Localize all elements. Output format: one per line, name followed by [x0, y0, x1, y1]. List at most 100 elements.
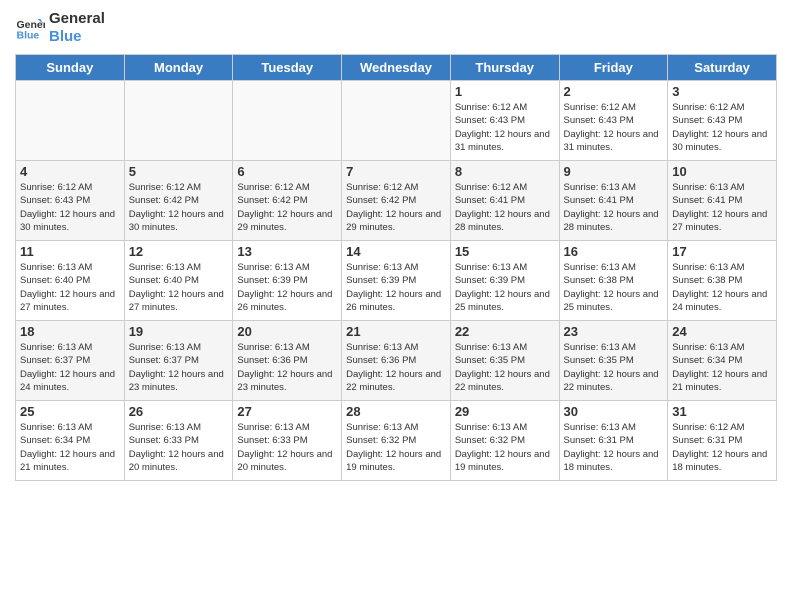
day-info: Sunrise: 6:13 AM Sunset: 6:32 PM Dayligh… — [455, 421, 555, 474]
day-info: Sunrise: 6:13 AM Sunset: 6:37 PM Dayligh… — [129, 341, 229, 394]
day-info: Sunrise: 6:13 AM Sunset: 6:39 PM Dayligh… — [237, 261, 337, 314]
day-number: 4 — [20, 164, 120, 179]
day-cell: 6 Sunrise: 6:12 AM Sunset: 6:42 PM Daylig… — [233, 161, 342, 241]
page-container: General Blue General Blue SundayMondayTu… — [0, 0, 792, 491]
day-cell: 31 Sunrise: 6:12 AM Sunset: 6:31 PM Dayli… — [668, 401, 777, 481]
day-cell: 29 Sunrise: 6:13 AM Sunset: 6:32 PM Dayli… — [450, 401, 559, 481]
day-number: 21 — [346, 324, 446, 339]
day-number: 11 — [20, 244, 120, 259]
day-cell: 1 Sunrise: 6:12 AM Sunset: 6:43 PM Daylig… — [450, 81, 559, 161]
day-number: 14 — [346, 244, 446, 259]
day-info: Sunrise: 6:13 AM Sunset: 6:41 PM Dayligh… — [564, 181, 664, 234]
day-cell: 3 Sunrise: 6:12 AM Sunset: 6:43 PM Daylig… — [668, 81, 777, 161]
day-cell: 17 Sunrise: 6:13 AM Sunset: 6:38 PM Dayli… — [668, 241, 777, 321]
day-cell: 8Sunrise: 6:12 AM Sunset: 6:41 PM Daylig… — [450, 161, 559, 241]
day-info: Sunrise: 6:13 AM Sunset: 6:31 PM Dayligh… — [564, 421, 664, 474]
day-header-friday: Friday — [559, 55, 668, 81]
day-info: Sunrise: 6:13 AM Sunset: 6:33 PM Dayligh… — [237, 421, 337, 474]
day-cell: 19 Sunrise: 6:13 AM Sunset: 6:37 PM Dayli… — [124, 321, 233, 401]
days-header-row: SundayMondayTuesdayWednesdayThursdayFrid… — [16, 55, 777, 81]
logo-blue: Blue — [49, 28, 105, 46]
day-info: Sunrise: 6:13 AM Sunset: 6:38 PM Dayligh… — [564, 261, 664, 314]
calendar-table: SundayMondayTuesdayWednesdayThursdayFrid… — [15, 54, 777, 481]
day-info: Sunrise: 6:13 AM Sunset: 6:36 PM Dayligh… — [346, 341, 446, 394]
day-info: Sunrise: 6:13 AM Sunset: 6:40 PM Dayligh… — [129, 261, 229, 314]
day-number: 15 — [455, 244, 555, 259]
day-header-sunday: Sunday — [16, 55, 125, 81]
day-number: 7 — [346, 164, 446, 179]
logo: General Blue General Blue — [15, 10, 105, 46]
week-row-2: 4Sunrise: 6:12 AM Sunset: 6:43 PM Daylig… — [16, 161, 777, 241]
day-cell: 23Sunrise: 6:13 AM Sunset: 6:35 PM Dayli… — [559, 321, 668, 401]
day-info: Sunrise: 6:13 AM Sunset: 6:37 PM Dayligh… — [20, 341, 120, 394]
day-number: 25 — [20, 404, 120, 419]
day-info: Sunrise: 6:13 AM Sunset: 6:35 PM Dayligh… — [455, 341, 555, 394]
day-info: Sunrise: 6:13 AM Sunset: 6:34 PM Dayligh… — [672, 341, 772, 394]
day-number: 5 — [129, 164, 229, 179]
day-number: 6 — [237, 164, 337, 179]
day-info: Sunrise: 6:12 AM Sunset: 6:31 PM Dayligh… — [672, 421, 772, 474]
day-number: 20 — [237, 324, 337, 339]
week-row-5: 25 Sunrise: 6:13 AM Sunset: 6:34 PM Dayli… — [16, 401, 777, 481]
day-number: 16 — [564, 244, 664, 259]
day-cell: 12 Sunrise: 6:13 AM Sunset: 6:40 PM Dayli… — [124, 241, 233, 321]
day-number: 18 — [20, 324, 120, 339]
day-number: 9 — [564, 164, 664, 179]
day-header-wednesday: Wednesday — [342, 55, 451, 81]
day-cell: 4Sunrise: 6:12 AM Sunset: 6:43 PM Daylig… — [16, 161, 125, 241]
day-cell: 21 Sunrise: 6:13 AM Sunset: 6:36 PM Dayli… — [342, 321, 451, 401]
day-number: 24 — [672, 324, 772, 339]
day-cell: 24 Sunrise: 6:13 AM Sunset: 6:34 PM Dayli… — [668, 321, 777, 401]
day-info: Sunrise: 6:12 AM Sunset: 6:43 PM Dayligh… — [672, 101, 772, 154]
day-header-saturday: Saturday — [668, 55, 777, 81]
day-info: Sunrise: 6:13 AM Sunset: 6:38 PM Dayligh… — [672, 261, 772, 314]
day-number: 3 — [672, 84, 772, 99]
day-info: Sunrise: 6:13 AM Sunset: 6:39 PM Dayligh… — [455, 261, 555, 314]
day-number: 31 — [672, 404, 772, 419]
day-cell: 27 Sunrise: 6:13 AM Sunset: 6:33 PM Dayli… — [233, 401, 342, 481]
day-cell — [342, 81, 451, 161]
day-number: 10 — [672, 164, 772, 179]
day-info: Sunrise: 6:13 AM Sunset: 6:34 PM Dayligh… — [20, 421, 120, 474]
day-number: 28 — [346, 404, 446, 419]
day-cell: 7 Sunrise: 6:12 AM Sunset: 6:42 PM Daylig… — [342, 161, 451, 241]
day-cell: 2 Sunrise: 6:12 AM Sunset: 6:43 PM Daylig… — [559, 81, 668, 161]
day-number: 19 — [129, 324, 229, 339]
day-cell — [16, 81, 125, 161]
day-info: Sunrise: 6:13 AM Sunset: 6:41 PM Dayligh… — [672, 181, 772, 234]
day-cell: 22Sunrise: 6:13 AM Sunset: 6:35 PM Dayli… — [450, 321, 559, 401]
day-cell: 26 Sunrise: 6:13 AM Sunset: 6:33 PM Dayli… — [124, 401, 233, 481]
day-info: Sunrise: 6:12 AM Sunset: 6:43 PM Dayligh… — [564, 101, 664, 154]
day-info: Sunrise: 6:12 AM Sunset: 6:42 PM Dayligh… — [346, 181, 446, 234]
logo-icon: General Blue — [15, 13, 45, 43]
day-number: 29 — [455, 404, 555, 419]
day-number: 23 — [564, 324, 664, 339]
day-header-thursday: Thursday — [450, 55, 559, 81]
day-cell: 13Sunrise: 6:13 AM Sunset: 6:39 PM Dayli… — [233, 241, 342, 321]
day-cell: 10 Sunrise: 6:13 AM Sunset: 6:41 PM Dayli… — [668, 161, 777, 241]
day-info: Sunrise: 6:13 AM Sunset: 6:39 PM Dayligh… — [346, 261, 446, 314]
day-cell: 14 Sunrise: 6:13 AM Sunset: 6:39 PM Dayli… — [342, 241, 451, 321]
day-cell: 20 Sunrise: 6:13 AM Sunset: 6:36 PM Dayli… — [233, 321, 342, 401]
day-cell: 15 Sunrise: 6:13 AM Sunset: 6:39 PM Dayli… — [450, 241, 559, 321]
day-info: Sunrise: 6:13 AM Sunset: 6:33 PM Dayligh… — [129, 421, 229, 474]
logo-general: General — [49, 10, 105, 28]
day-info: Sunrise: 6:13 AM Sunset: 6:36 PM Dayligh… — [237, 341, 337, 394]
day-number: 12 — [129, 244, 229, 259]
day-info: Sunrise: 6:12 AM Sunset: 6:43 PM Dayligh… — [455, 101, 555, 154]
header: General Blue General Blue — [15, 10, 777, 46]
day-number: 1 — [455, 84, 555, 99]
day-number: 26 — [129, 404, 229, 419]
day-number: 30 — [564, 404, 664, 419]
day-number: 17 — [672, 244, 772, 259]
day-number: 27 — [237, 404, 337, 419]
day-number: 2 — [564, 84, 664, 99]
week-row-3: 11 Sunrise: 6:13 AM Sunset: 6:40 PM Dayli… — [16, 241, 777, 321]
day-cell — [233, 81, 342, 161]
day-info: Sunrise: 6:12 AM Sunset: 6:41 PM Dayligh… — [455, 181, 555, 234]
day-cell: 30 Sunrise: 6:13 AM Sunset: 6:31 PM Dayli… — [559, 401, 668, 481]
day-header-tuesday: Tuesday — [233, 55, 342, 81]
day-info: Sunrise: 6:13 AM Sunset: 6:40 PM Dayligh… — [20, 261, 120, 314]
day-header-monday: Monday — [124, 55, 233, 81]
day-info: Sunrise: 6:12 AM Sunset: 6:42 PM Dayligh… — [237, 181, 337, 234]
